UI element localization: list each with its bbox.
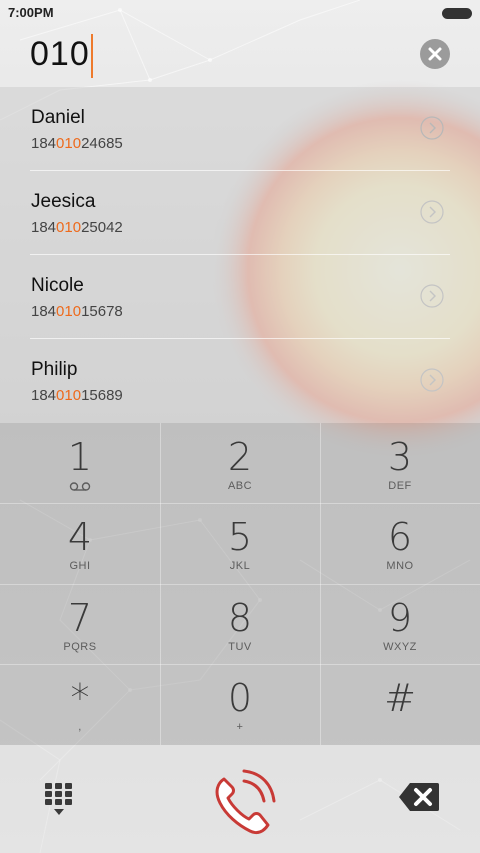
contact-name: Jeesica xyxy=(31,191,96,212)
call-icon xyxy=(215,769,276,835)
key-2[interactable]: 2 ABC xyxy=(160,423,320,503)
dialpad-toggle-button[interactable] xyxy=(42,781,76,817)
status-clock: 7:00PM xyxy=(8,5,54,20)
key-6[interactable]: 6 MNO xyxy=(320,503,480,583)
backspace-icon xyxy=(399,783,439,811)
number-match-highlight: 010 xyxy=(56,303,82,320)
contact-item[interactable]: Jeesica 18401025042 xyxy=(0,171,480,255)
key-letters: GHI xyxy=(69,560,91,572)
contact-number: 18401024685 xyxy=(31,135,123,152)
dial-keypad: 1 2 ABC 3 DEF 4 GHI 5 JKL 6 MNO 7 PQRS 8… xyxy=(0,423,480,745)
key-3[interactable]: 3 DEF xyxy=(320,423,480,503)
key-letters: MNO xyxy=(386,560,414,572)
key-digit: 9 xyxy=(387,596,413,640)
dial-input-row: 010 xyxy=(0,26,480,86)
clear-input-button[interactable] xyxy=(420,39,450,69)
key-letters: WXYZ xyxy=(383,641,417,653)
contact-item[interactable]: Philip 18401015689 xyxy=(0,339,480,423)
key-9[interactable]: 9 WXYZ xyxy=(320,584,480,664)
status-bar: 7:00PM xyxy=(0,0,480,26)
key-star[interactable]: * , xyxy=(0,664,160,744)
contact-item[interactable]: Daniel 18401024685 xyxy=(0,87,480,171)
contact-name: Philip xyxy=(31,359,78,380)
chevron-right-icon[interactable] xyxy=(420,368,444,392)
key-letters: , xyxy=(78,721,82,733)
contact-number: 18401015678 xyxy=(31,303,123,320)
key-0[interactable]: 0 + xyxy=(160,664,320,744)
key-letters: DEF xyxy=(388,480,412,492)
backspace-button[interactable] xyxy=(398,782,440,812)
dialpad-icon xyxy=(45,783,72,815)
key-letters: ABC xyxy=(227,480,253,492)
key-digit: 7 xyxy=(67,596,93,640)
contact-suggestion-list: Daniel 18401024685 Jeesica 18401025042 N… xyxy=(0,87,480,423)
key-digit: # xyxy=(384,676,416,720)
voicemail-icon xyxy=(69,482,91,491)
number-match-highlight: 010 xyxy=(56,219,82,236)
contact-number: 18401025042 xyxy=(31,219,123,236)
contact-item[interactable]: Nicole 18401015678 xyxy=(0,255,480,339)
key-digit: 4 xyxy=(67,515,93,559)
key-digit: 6 xyxy=(387,515,413,559)
chevron-right-icon[interactable] xyxy=(420,284,444,308)
call-button[interactable] xyxy=(204,765,280,841)
key-letters: PQRS xyxy=(63,641,97,653)
clear-input-icon xyxy=(428,47,442,61)
dialer-action-bar xyxy=(0,745,480,853)
key-5[interactable]: 5 JKL xyxy=(160,503,320,583)
key-digit: 1 xyxy=(67,435,93,479)
number-match-highlight: 010 xyxy=(56,387,82,404)
chevron-right-icon[interactable] xyxy=(420,116,444,140)
number-match-highlight: 010 xyxy=(56,135,82,152)
contact-name: Daniel xyxy=(31,107,85,128)
dial-number-value: 010 xyxy=(30,34,90,73)
key-letters: JKL xyxy=(229,560,251,572)
key-hash[interactable]: # xyxy=(320,664,480,744)
key-digit: 5 xyxy=(227,515,253,559)
key-letters: TUV xyxy=(228,641,252,653)
key-4[interactable]: 4 GHI xyxy=(0,503,160,583)
key-digit: 0 xyxy=(227,676,253,720)
key-digit: 2 xyxy=(227,435,253,479)
dial-number-field[interactable]: 010 xyxy=(30,34,93,78)
battery-icon xyxy=(442,8,472,19)
key-digit: 8 xyxy=(227,596,253,640)
key-digit: * xyxy=(70,676,90,720)
key-letters: + xyxy=(236,721,244,733)
text-caret xyxy=(90,34,93,78)
key-digit: 3 xyxy=(387,435,413,479)
contact-number: 18401015689 xyxy=(31,387,123,404)
key-7[interactable]: 7 PQRS xyxy=(0,584,160,664)
key-8[interactable]: 8 TUV xyxy=(160,584,320,664)
chevron-right-icon[interactable] xyxy=(420,200,444,224)
key-1[interactable]: 1 xyxy=(0,423,160,503)
contact-name: Nicole xyxy=(31,275,84,296)
